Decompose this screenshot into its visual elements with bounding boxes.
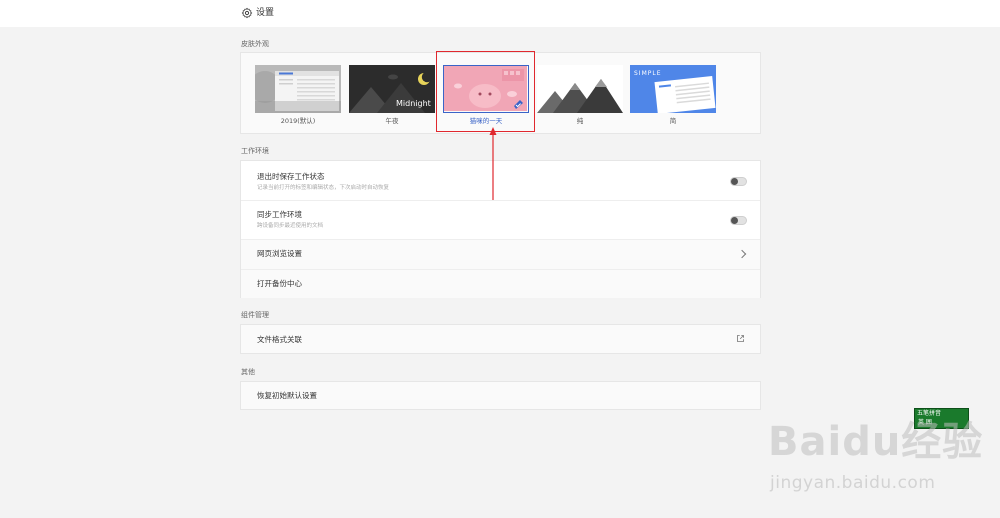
workspace-panel: 退出时保存工作状态 记录当前打开的标签和编辑状态，下次启动时自动恢复 同步工作环…: [240, 160, 761, 298]
section-label-workspace: 工作环境: [241, 147, 269, 155]
section-label-other: 其他: [241, 368, 255, 376]
external-link-icon: [737, 335, 744, 342]
sync-toggle[interactable]: [730, 216, 747, 225]
components-panel: 文件格式关联: [240, 324, 761, 354]
skin-thumb-pure[interactable]: [537, 65, 623, 113]
section-label-skins: 皮肤外观: [241, 40, 269, 48]
top-bar: 设置: [0, 0, 1000, 27]
watermark-url: jingyan.baidu.com: [770, 473, 936, 493]
ime-mode-label: 五笔拼音: [917, 410, 942, 417]
skin-label-simple: 简: [669, 117, 677, 125]
row-description: 记录当前打开的标签和编辑状态，下次启动时自动恢复: [257, 185, 390, 191]
row-title: 文件格式关联: [257, 335, 302, 344]
skin-thumb-midnight[interactable]: Midnight: [349, 65, 435, 113]
row-title: 退出时保存工作状态: [257, 172, 325, 181]
row-description: 跨设备同步最近使用的文档: [257, 223, 324, 229]
svg-text:SIMPLE: SIMPLE: [634, 70, 662, 77]
skin-thumb-2019[interactable]: [249, 65, 341, 113]
row-title: 同步工作环境: [257, 210, 302, 219]
row-title: 恢复初始默认设置: [257, 391, 317, 400]
row-title: 打开备份中心: [257, 279, 302, 288]
settings-row-browser[interactable]: 网页浏览设置: [241, 240, 760, 269]
gear-icon: [241, 7, 253, 19]
chevron-right-icon: [737, 249, 747, 259]
settings-row-sync: 同步工作环境 跨设备同步最近使用的文档: [241, 201, 760, 239]
skin-label-2019: 2019(默认): [280, 117, 316, 125]
save-on-exit-toggle[interactable]: [730, 177, 747, 186]
settings-row-backup[interactable]: 打开备份中心: [241, 270, 760, 298]
skin-thumb-simple[interactable]: SIMPLE: [630, 65, 716, 114]
settings-row-file-assoc[interactable]: 文件格式关联: [241, 325, 760, 353]
annotation-highlight-box: [436, 51, 535, 132]
settings-row-save-on-exit: 退出时保存工作状态 记录当前打开的标签和编辑状态，下次启动时自动恢复: [241, 161, 760, 200]
skin-label-pure: 纯: [576, 117, 584, 125]
watermark-logo: Baidu经验: [768, 419, 984, 465]
skin-label-midnight: 午夜: [385, 117, 399, 125]
settings-row-restore-defaults[interactable]: 恢复初始默认设置: [241, 382, 760, 409]
section-label-components: 组件管理: [241, 311, 269, 319]
svg-text:Midnight: Midnight: [396, 99, 431, 108]
other-panel: 恢复初始默认设置: [240, 381, 761, 410]
row-title: 网页浏览设置: [257, 249, 302, 258]
page-title: 设置: [256, 8, 275, 18]
